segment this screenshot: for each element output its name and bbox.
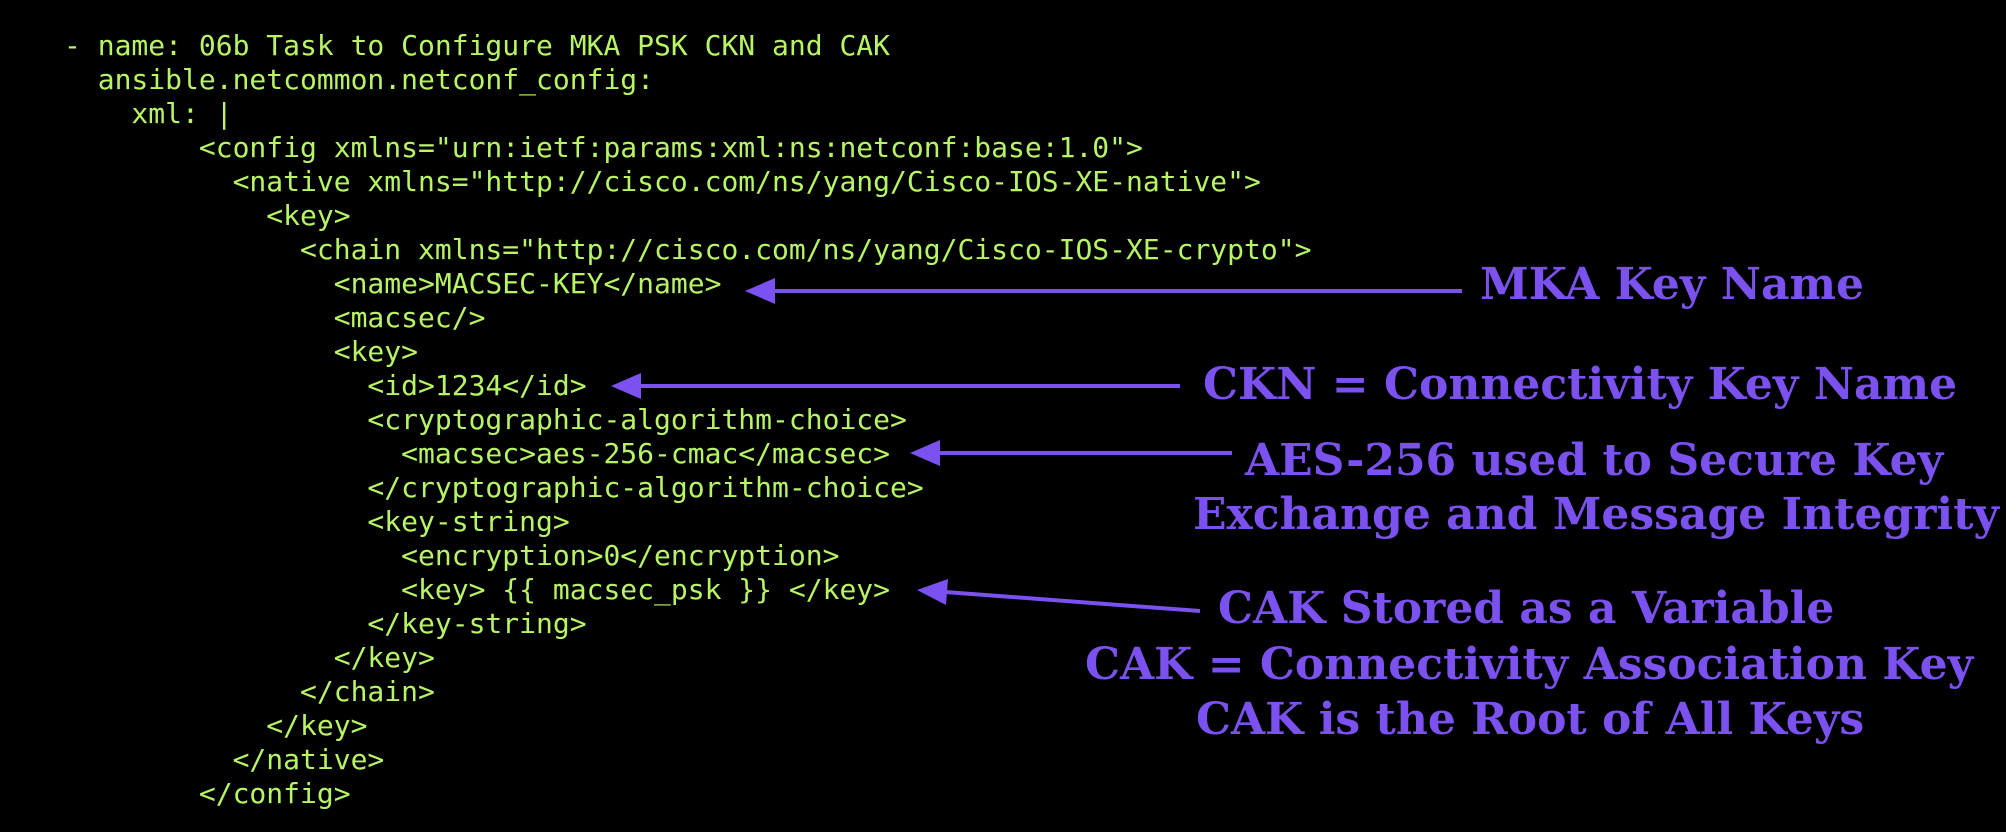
- code-line: </key-string>: [64, 607, 587, 640]
- code-line: <macsec>aes-256-cmac</macsec>: [64, 437, 891, 470]
- code-line: <native xmlns="http://cisco.com/ns/yang/…: [64, 165, 1261, 198]
- code-line: xml: |: [64, 97, 233, 130]
- code-line: <encryption>0</encryption>: [64, 539, 840, 572]
- note-cak-line3: CAK is the Root of All Keys: [1196, 694, 1865, 745]
- code-line: <key-string>: [64, 505, 570, 538]
- slide-canvas: - name: 06b Task to Configure MKA PSK CK…: [0, 0, 2006, 832]
- code-line: </key>: [64, 709, 368, 742]
- code-line: <key>: [64, 335, 419, 368]
- arrow-mka-key-name: [745, 278, 1462, 304]
- code-line: </chain>: [64, 675, 435, 708]
- code-line: <id>1234</id>: [64, 369, 587, 402]
- note-mka-key-name: MKA Key Name: [1480, 259, 1865, 310]
- note-aes-line1: AES-256 used to Secure Key: [1245, 435, 1944, 486]
- note-cak-line1: CAK Stored as a Variable: [1218, 583, 1835, 634]
- code-line: <macsec/>: [64, 301, 486, 334]
- code-line: <key> {{ macsec_psk }} </key>: [64, 573, 891, 606]
- arrow-ckn: [611, 373, 1180, 399]
- note-ckn: CKN = Connectivity Key Name: [1203, 359, 1958, 410]
- code-line: </key>: [64, 641, 435, 674]
- code-line: <config xmlns="urn:ietf:params:xml:ns:ne…: [64, 131, 1143, 164]
- code-line: <key>: [64, 199, 351, 232]
- code-line: </native>: [64, 743, 385, 776]
- code-line: </cryptographic-algorithm-choice>: [64, 471, 924, 504]
- code-line: <chain xmlns="http://cisco.com/ns/yang/C…: [64, 233, 1312, 266]
- note-cak-line2: CAK = Connectivity Association Key: [1085, 639, 1974, 690]
- code-line: <name>MACSEC-KEY</name>: [64, 267, 722, 300]
- arrow-aes: [910, 440, 1232, 466]
- note-aes-line2: Exchange and Message Integrity: [1193, 489, 1999, 540]
- arrow-cak: [917, 579, 1201, 613]
- code-line: - name: 06b Task to Configure MKA PSK CK…: [64, 29, 891, 62]
- code-line: <cryptographic-algorithm-choice>: [64, 403, 907, 436]
- code-line: </config>: [64, 777, 351, 810]
- code-line: ansible.netcommon.netconf_config:: [64, 63, 655, 96]
